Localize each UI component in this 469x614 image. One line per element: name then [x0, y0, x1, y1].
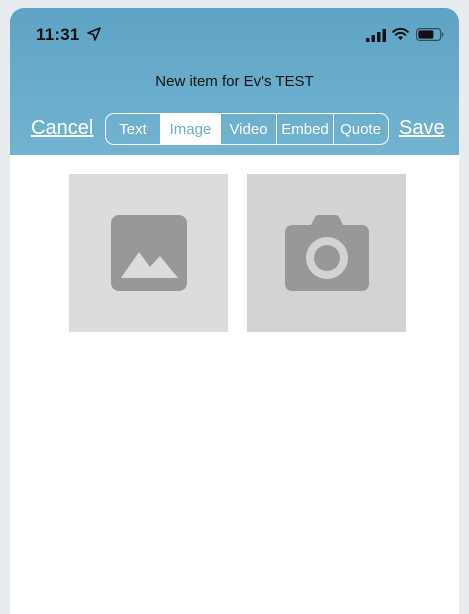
status-bar: 11:31	[10, 8, 459, 58]
battery-icon	[416, 28, 444, 41]
image-gallery-icon	[110, 215, 187, 291]
tab-label: Embed	[281, 120, 329, 138]
tab-label: Video	[229, 120, 268, 138]
tab-label: Quote	[340, 120, 381, 138]
tab-image[interactable]: Image	[160, 114, 220, 144]
status-time: 11:31	[36, 25, 80, 44]
tab-video[interactable]: Video	[220, 114, 276, 144]
take-photo-button[interactable]	[247, 174, 406, 332]
tab-text[interactable]: Text	[106, 114, 160, 144]
tab-embed[interactable]: Embed	[276, 114, 333, 144]
content-type-segmented-control: Text Image Video Embed Quote	[105, 113, 389, 145]
tab-label: Text	[119, 120, 147, 138]
wifi-icon	[392, 27, 409, 40]
camera-icon	[284, 215, 369, 291]
cancel-button[interactable]: Cancel	[31, 117, 93, 140]
tab-label: Image	[169, 120, 212, 138]
cellular-signal-icon	[366, 29, 386, 42]
page-title: New item for Ev's TEST	[155, 73, 314, 90]
tab-quote[interactable]: Quote	[333, 114, 387, 144]
choose-image-button[interactable]	[69, 174, 228, 332]
app-screen: 11:31 New item for Ev's TEST Cancel Text…	[10, 8, 459, 614]
save-button[interactable]: Save	[399, 117, 445, 140]
header-bar: 11:31 New item for Ev's TEST Cancel Text…	[10, 8, 459, 155]
location-arrow-icon	[87, 27, 101, 41]
media-picker-area	[10, 155, 459, 614]
